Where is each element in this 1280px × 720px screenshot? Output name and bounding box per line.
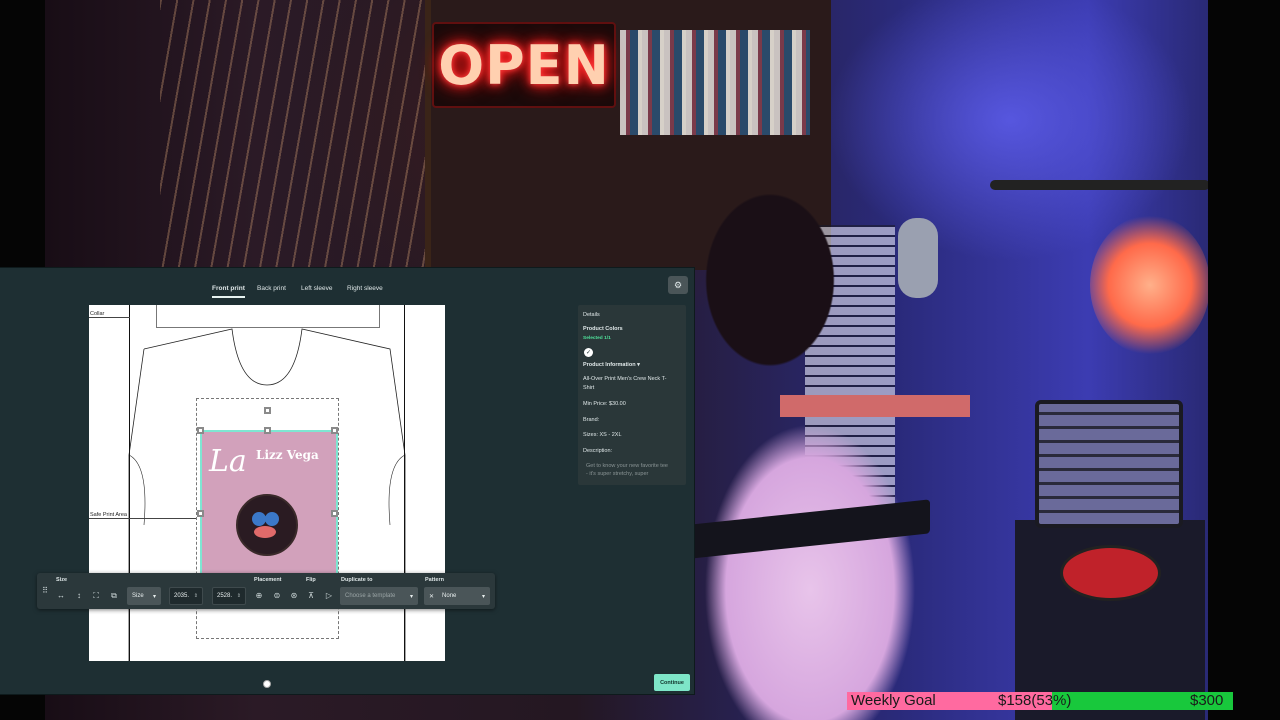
resize-handle-top[interactable]	[264, 427, 271, 434]
brand: Brand:	[583, 417, 600, 423]
books	[620, 30, 810, 135]
layer-toolbar: ⠿ Size ↔ ↕ ⛶ ⧉ Size ▾ 2035. ⇕ 2528. ⇕ Pl…	[37, 573, 495, 609]
resize-handle-top-right[interactable]	[331, 427, 338, 434]
tab-back-print[interactable]: Back print	[257, 285, 286, 292]
tab-front-print[interactable]: Front print	[212, 285, 245, 298]
safe-print-area-label: Safe Print Area	[90, 512, 127, 518]
duplicate-template-select[interactable]: Choose a template ▾	[340, 587, 418, 605]
aspect-lock-icon[interactable]: ⧉	[108, 590, 120, 602]
close-icon[interactable]: ✕	[429, 593, 434, 600]
artwork-la-text: La	[209, 444, 247, 479]
open-sign-text: OPEN	[438, 33, 610, 97]
streamer	[690, 170, 930, 720]
width-input[interactable]: 2035. ⇕	[169, 587, 203, 605]
placement-label: Placement	[254, 577, 282, 583]
weekly-goal-current: $158(53%)	[998, 692, 1072, 709]
continue-button[interactable]: Continue	[654, 674, 690, 691]
stretch-vertical-icon[interactable]: ↕	[73, 590, 85, 602]
print-tabs: Front print Back print Left sleeve Right…	[0, 268, 694, 302]
donut-mouth	[254, 526, 276, 538]
align-horizontal-icon[interactable]: ⊜	[271, 590, 283, 602]
duplicate-label: Duplicate to	[341, 577, 373, 583]
collar-label: Collar	[90, 311, 105, 317]
chevron-down-icon: ▾	[152, 593, 156, 600]
lamp	[1090, 215, 1210, 355]
stretch-horizontal-icon[interactable]: ↔	[55, 590, 67, 602]
color-swatch-white[interactable]: ✓	[584, 348, 593, 357]
product-information-toggle[interactable]: Product Information ▾	[583, 362, 640, 368]
safe-area-pointer	[89, 518, 196, 519]
align-vertical-icon[interactable]: ⊛	[288, 590, 300, 602]
chevron-down-icon: ▾	[637, 362, 640, 368]
donut-character-icon	[236, 494, 298, 556]
flip-vertical-icon[interactable]: ⊼	[305, 590, 317, 602]
rotate-handle[interactable]	[264, 407, 271, 414]
open-neon-sign: OPEN	[432, 22, 616, 108]
gear-icon: ⚙	[673, 279, 683, 290]
flip-label: Flip	[306, 577, 316, 583]
mouse	[1060, 545, 1161, 601]
resize-handle-top-left[interactable]	[197, 427, 204, 434]
letterbox-right	[1208, 0, 1280, 720]
align-center-icon[interactable]: ⊕	[253, 590, 265, 602]
size-unit-select[interactable]: Size ▾	[127, 587, 161, 605]
microphone	[898, 218, 938, 298]
flip-horizontal-icon[interactable]: ▷	[323, 590, 335, 602]
check-icon: ✓	[585, 350, 592, 356]
donut-eye	[252, 512, 266, 526]
sizes: Sizes: XS - 2XL	[583, 432, 622, 438]
product-name-cont: Shirt	[583, 385, 595, 391]
pagination-dot[interactable]	[263, 680, 271, 688]
harp-strings	[160, 0, 460, 270]
tab-left-sleeve[interactable]: Left sleeve	[301, 285, 332, 292]
resize-handle-left[interactable]	[197, 510, 204, 517]
width-value: 2035.	[174, 593, 190, 599]
pattern-label: Pattern	[425, 577, 444, 583]
collar-area	[156, 305, 380, 328]
collar-pointer	[89, 317, 130, 318]
product-colors-label: Product Colors	[583, 326, 623, 332]
description-text: Get to know your new favorite tee	[586, 463, 668, 469]
height-input[interactable]: 2528. ⇕	[212, 587, 246, 605]
artwork-layer[interactable]: La Lizz Vega	[200, 430, 338, 584]
min-price: Min Price: $30.00	[583, 401, 626, 407]
pattern-select[interactable]: ✕ None ▾	[424, 587, 490, 605]
stepper-icon[interactable]: ⇕	[194, 593, 198, 599]
mechanical-keyboard	[1035, 400, 1183, 528]
chevron-down-icon: ▾	[409, 593, 413, 600]
details-title: Details	[583, 312, 600, 318]
height-value: 2528.	[217, 593, 233, 599]
size-unit-value: Size	[132, 593, 144, 599]
weekly-goal-label: Weekly Goal	[851, 692, 936, 709]
weekly-goal-bar: Weekly Goal $158(53%) $300	[847, 692, 1233, 710]
product-information-label: Product Information	[583, 362, 636, 368]
product-name: All-Over Print Men's Crew Neck T-	[583, 376, 667, 382]
description-label: Description:	[583, 448, 613, 454]
colors-selected-count: Selected 1/1	[583, 336, 611, 341]
drag-handle-icon[interactable]: ⠿	[39, 585, 51, 597]
stepper-icon[interactable]: ⇕	[237, 593, 241, 599]
fit-icon[interactable]: ⛶	[90, 590, 102, 602]
donut-eye	[265, 512, 279, 526]
pattern-value: None	[442, 593, 457, 599]
details-panel: Details Product Colors Selected 1/1 ✓ Pr…	[578, 305, 686, 485]
mic-arm	[990, 180, 1210, 190]
description-text-cont: - it's super stretchy, super	[586, 471, 649, 477]
duplicate-placeholder: Choose a template	[345, 593, 396, 599]
weekly-goal-target: $300	[1190, 692, 1224, 709]
artwork-name-text: Lizz Vega	[256, 448, 319, 462]
tab-right-sleeve[interactable]: Right sleeve	[347, 285, 383, 292]
chevron-down-icon: ▾	[481, 593, 485, 600]
settings-button[interactable]: ⚙	[668, 276, 688, 294]
size-label: Size	[56, 577, 68, 583]
resize-handle-right[interactable]	[331, 510, 338, 517]
